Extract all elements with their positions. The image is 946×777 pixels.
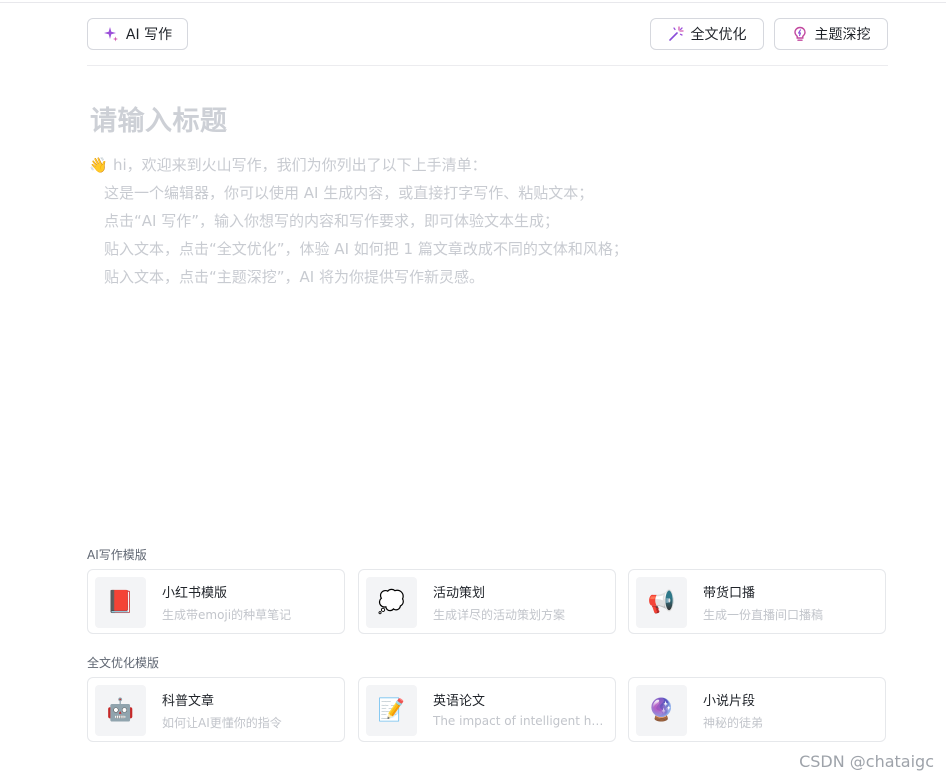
template-card-desc: 神秘的徒弟: [703, 716, 764, 730]
template-card-desc: 生成一份直播间口播稿: [703, 608, 824, 622]
template-card-name: 科普文章: [162, 694, 215, 709]
sparkle-icon: [103, 26, 119, 42]
template-card-livestream-script[interactable]: 📢 带货口播 生成一份直播间口播稿: [628, 569, 886, 634]
memo-icon: 📝: [366, 685, 417, 736]
template-card-novel-excerpt[interactable]: 🔮 小说片段 神秘的徒弟: [628, 677, 886, 742]
megaphone-icon: 📢: [636, 577, 687, 628]
topic-dig-label: 主题深挖: [814, 27, 871, 43]
intro-line: 点击“AI 写作”，输入你想写的内容和写作要求，即可体验文本生成；: [104, 212, 559, 230]
editor-body[interactable]: 👋 hi，欢迎来到火山写作，我们为你列出了以下上手清单： 这是一个编辑器，你可以使…: [89, 153, 628, 293]
template-card-english-paper[interactable]: 📝 英语论文 The impact of intelligent hou…: [358, 677, 616, 742]
ai-write-label: AI 写作: [125, 27, 173, 43]
template-card-event-planning[interactable]: 💭 活动策划 生成详尽的活动策划方案: [358, 569, 616, 634]
toolbar-divider: [87, 65, 888, 66]
editor-toolbar: AI 写作 全文优化 主题深挖: [87, 18, 888, 50]
template-card-desc: 如何让AI更懂你的指令: [162, 716, 282, 730]
intro-line: 贴入文本，点击“全文优化”，体验 AI 如何把 1 篇文章改成不同的文体和风格；: [104, 240, 628, 258]
template-card-name: 活动策划: [433, 586, 486, 601]
template-card-name: 英语论文: [433, 694, 486, 709]
magic-wand-icon: [668, 26, 684, 42]
top-border: [0, 2, 946, 3]
topic-dig-button[interactable]: 主题深挖: [774, 18, 888, 50]
template-card-name: 带货口播: [703, 586, 756, 601]
template-card-desc: The impact of intelligent hou…: [433, 714, 609, 728]
ai-templates-section-label: AI写作模版: [87, 548, 147, 562]
template-card-desc: 生成带emoji的种草笔记: [162, 608, 292, 622]
template-card-popular-science[interactable]: 🤖 科普文章 如何让AI更懂你的指令: [87, 677, 345, 742]
title-input[interactable]: 请输入标题: [90, 99, 228, 138]
lightbulb-icon: [792, 26, 808, 42]
template-card-desc: 生成详尽的活动策划方案: [433, 608, 566, 622]
crystal-ball-icon: 🔮: [636, 685, 687, 736]
intro-line: 这是一个编辑器，你可以使用 AI 生成内容，或直接打字写作、粘贴文本；: [104, 184, 594, 202]
template-card-name: 小红书模版: [162, 586, 228, 601]
red-book-icon: 📕: [95, 577, 146, 628]
full-optimize-button[interactable]: 全文优化: [650, 18, 764, 50]
thought-bubble-icon: 💭: [366, 577, 417, 628]
intro-line: 👋 hi，欢迎来到火山写作，我们为你列出了以下上手清单：: [89, 153, 628, 181]
optimize-templates-section-label: 全文优化模版: [87, 656, 160, 670]
waving-hand-icon: 👋: [89, 156, 108, 174]
robot-icon: 🤖: [95, 685, 146, 736]
template-card-name: 小说片段: [703, 694, 756, 709]
watermark: CSDN @chataigc: [799, 752, 934, 771]
template-card-xiaohongshu[interactable]: 📕 小红书模版 生成带emoji的种草笔记: [87, 569, 345, 634]
full-optimize-label: 全文优化: [690, 27, 747, 43]
ai-write-button[interactable]: AI 写作: [87, 18, 188, 50]
intro-line: 贴入文本，点击“主题深挖”，AI 将为你提供写作新灵感。: [104, 268, 484, 286]
